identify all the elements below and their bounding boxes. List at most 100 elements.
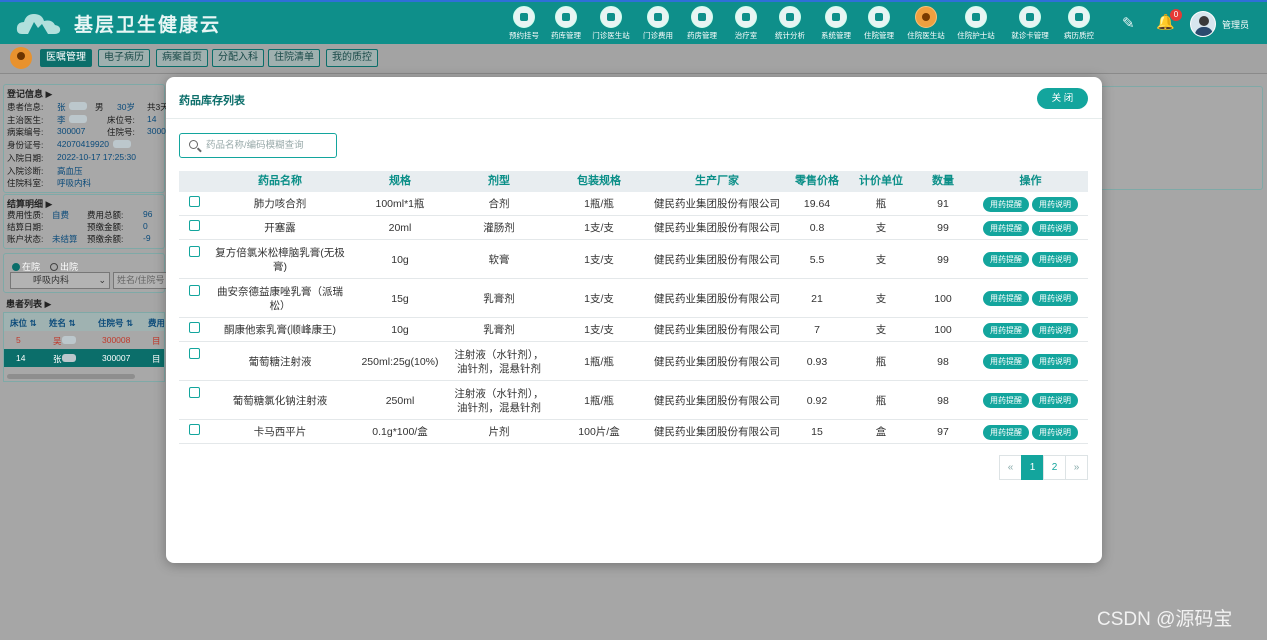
- drug-spec: 20ml: [388, 222, 412, 234]
- right-panel: [1099, 86, 1263, 190]
- nav-item[interactable]: 门诊医生站: [589, 6, 633, 41]
- col-bed[interactable]: 床位 ⇅: [10, 317, 37, 329]
- row-checkbox[interactable]: [189, 322, 200, 333]
- close-button[interactable]: 关 闭: [1037, 88, 1088, 109]
- chevron-down-icon: ⌄: [98, 275, 106, 285]
- nav-item[interactable]: 统计分析: [768, 6, 812, 41]
- drug-form: 注射液（水针剂），油针剂，混悬针剂: [454, 348, 544, 375]
- search-icon: [189, 140, 198, 149]
- page-button[interactable]: 2: [1043, 455, 1066, 480]
- row-checkbox[interactable]: [189, 387, 200, 398]
- drug-name: 葡萄糖氯化钠注射液: [232, 394, 328, 407]
- drug-search-box: [179, 133, 337, 158]
- user-avatar[interactable]: [1190, 11, 1216, 37]
- drug-search-input[interactable]: [206, 137, 332, 154]
- registration-field: 患者信息:: [7, 102, 44, 112]
- sub-tab[interactable]: 住院清单: [268, 49, 320, 67]
- nav-item[interactable]: 门诊费用: [636, 6, 680, 41]
- nav-item[interactable]: 病历质控: [1057, 6, 1101, 41]
- name-search-input[interactable]: 姓名/住院号: [113, 272, 169, 289]
- settlement-field: 未结算: [52, 234, 78, 244]
- nav-item[interactable]: 就诊卡管理: [1008, 6, 1052, 41]
- nav-item[interactable]: 系统管理: [814, 6, 858, 41]
- sub-tab[interactable]: 电子病历: [98, 49, 150, 67]
- radio-inpatient[interactable]: 在院: [12, 262, 40, 272]
- nav-item-icon: [735, 6, 757, 28]
- nav-item[interactable]: 药库管理: [544, 6, 588, 41]
- column-header: 包装规格: [577, 175, 621, 187]
- column-header: 药品名称: [258, 175, 302, 187]
- app-title: 基层卫生健康云: [74, 15, 222, 36]
- sub-tab[interactable]: 病案首页: [156, 49, 208, 67]
- play-icon[interactable]: ▶: [46, 89, 53, 99]
- medication-reminder-button[interactable]: 用药提醒: [983, 196, 1029, 212]
- row-checkbox[interactable]: [189, 348, 200, 359]
- medication-instructions-button[interactable]: 用药说明: [1032, 291, 1078, 306]
- drug-form: 合剂: [488, 198, 510, 210]
- medication-instructions-button[interactable]: 用药说明: [1032, 322, 1078, 338]
- medication-instructions-button[interactable]: 用药说明: [1032, 252, 1078, 267]
- drug-name: 卡马西平片: [253, 426, 307, 438]
- medication-reminder-button[interactable]: 用药提醒: [983, 354, 1029, 369]
- registration-field: 张: [57, 102, 66, 112]
- medication-instructions-button[interactable]: 用药说明: [1032, 354, 1078, 369]
- drug-form: 灌肠剂: [483, 222, 515, 234]
- col-no[interactable]: 住院号 ⇅: [98, 317, 133, 329]
- drug-unit: 支: [875, 253, 887, 266]
- nav-item[interactable]: 预约挂号: [502, 6, 546, 41]
- top-header: 基层卫生健康云 预约挂号 药库管理 门诊医生站 门诊费用 药房管理 治疗室 统计分析 系统管理…: [0, 0, 1267, 44]
- drug-unit: 支: [875, 222, 887, 234]
- prev-page-button[interactable]: «: [999, 455, 1022, 480]
- settlement-field: 预缴金额:: [87, 222, 124, 232]
- nav-item[interactable]: 住院管理: [857, 6, 901, 41]
- sub-tab[interactable]: 医嘱管理: [40, 49, 92, 67]
- patient-row[interactable]: 5 吴 300008 目: [4, 331, 164, 349]
- page-button[interactable]: 1: [1021, 455, 1044, 480]
- nav-item-icon: [825, 6, 847, 28]
- radio-discharged[interactable]: 出院: [50, 262, 78, 272]
- sub-tab[interactable]: 分配入科: [212, 49, 264, 67]
- row-checkbox[interactable]: [189, 246, 200, 257]
- drug-price: 5.5: [809, 253, 825, 266]
- row-checkbox[interactable]: [189, 424, 200, 435]
- play-icon[interactable]: ▶: [46, 199, 53, 209]
- medication-instructions-button[interactable]: 用药说明: [1032, 393, 1078, 408]
- play-icon[interactable]: ▶: [45, 299, 52, 309]
- col-name[interactable]: 姓名 ⇅: [49, 317, 76, 329]
- row-checkbox[interactable]: [189, 285, 200, 296]
- registration-field: 300007: [57, 126, 86, 137]
- medication-instructions-button[interactable]: 用药说明: [1032, 196, 1078, 212]
- nav-item[interactable]: 治疗室: [724, 6, 768, 41]
- col-fee[interactable]: 费用: [148, 317, 164, 329]
- horizontal-scrollbar[interactable]: [7, 374, 135, 379]
- settlement-field: 预缴余额:: [87, 234, 124, 244]
- registration-title: 登记信息: [7, 89, 44, 99]
- row-checkbox[interactable]: [189, 196, 200, 207]
- next-page-button[interactable]: »: [1065, 455, 1088, 480]
- row-checkbox[interactable]: [189, 220, 200, 231]
- medication-instructions-button[interactable]: 用药说明: [1032, 424, 1078, 440]
- user-name[interactable]: 管理员: [1222, 18, 1249, 31]
- nav-item-label: 药库管理: [551, 31, 581, 40]
- department-select[interactable]: 呼吸内科 ⌄: [10, 272, 110, 289]
- drug-pack: 1瓶/瓶: [584, 355, 614, 368]
- nav-item[interactable]: 住院医生站: [904, 6, 948, 41]
- medication-reminder-button[interactable]: 用药提醒: [983, 291, 1029, 306]
- nav-item-label: 住院医生站: [907, 31, 945, 40]
- column-header: 数量: [932, 175, 954, 187]
- medication-reminder-button[interactable]: 用药提醒: [983, 322, 1029, 338]
- modal-header: 药品库存列表 关 闭: [166, 77, 1102, 119]
- nav-item[interactable]: 住院护士站: [954, 6, 998, 41]
- medication-reminder-button[interactable]: 用药提醒: [983, 393, 1029, 408]
- medication-instructions-button[interactable]: 用药说明: [1032, 220, 1078, 236]
- drug-qty: 99: [937, 222, 949, 234]
- nav-item[interactable]: 药房管理: [680, 6, 724, 41]
- pencil-icon[interactable]: ✎: [1122, 14, 1140, 32]
- medication-reminder-button[interactable]: 用药提醒: [983, 252, 1029, 267]
- patient-row[interactable]: 14 张 300007 目: [4, 349, 164, 367]
- medication-reminder-button[interactable]: 用药提醒: [983, 424, 1029, 440]
- drug-maker: 健民药业集团股份有限公司: [654, 253, 780, 266]
- medication-reminder-button[interactable]: 用药提醒: [983, 220, 1029, 236]
- registration-field: 入院日期:: [7, 152, 44, 163]
- sub-tab[interactable]: 我的质控: [326, 49, 378, 67]
